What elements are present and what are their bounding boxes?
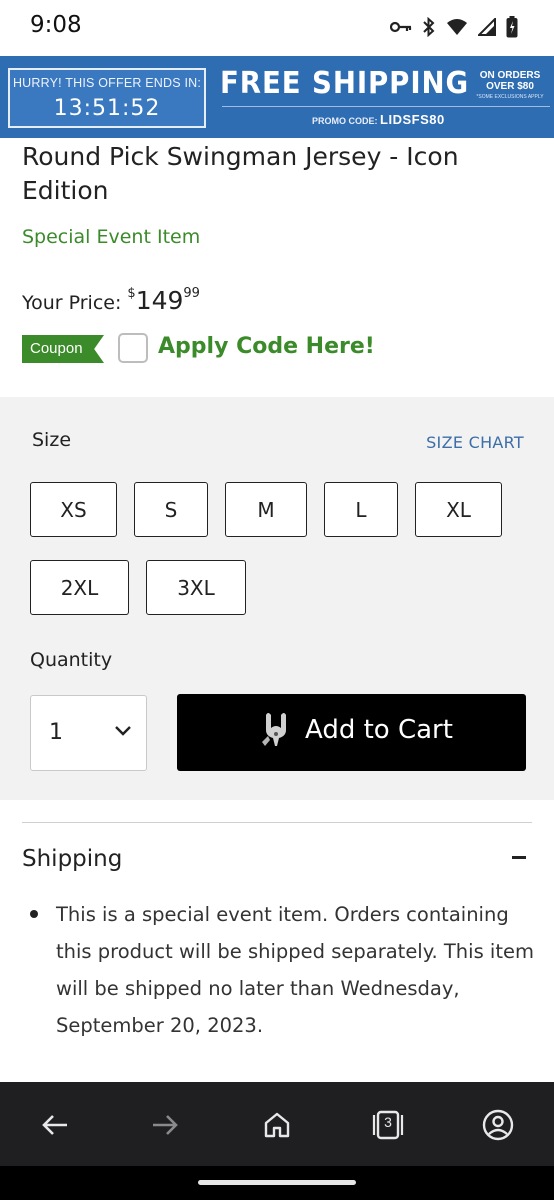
apply-code-checkbox[interactable] [118, 333, 148, 363]
shipping-title: Shipping [22, 846, 123, 872]
bullet-icon [30, 910, 38, 918]
promo-code: PROMO CODE: LIDSFS80 [312, 112, 445, 127]
tabs-icon[interactable]: 3 [370, 1108, 406, 1142]
product-title-line2: Edition [22, 176, 109, 205]
promo-divider [222, 106, 550, 107]
account-icon[interactable] [481, 1108, 515, 1142]
exclusions-note: *SOME EXCLUSIONS APPLY [476, 94, 544, 100]
add-to-cart-label: Add to Cart [305, 715, 453, 745]
signal-icon [478, 18, 496, 36]
bluetooth-icon [422, 17, 436, 37]
team-logo-icon [259, 712, 293, 754]
vpn-key-icon [390, 20, 412, 34]
size-3xl-button[interactable]: 3XL [146, 560, 246, 615]
size-label: Size [32, 429, 72, 451]
shipping-text: This is a special event item. Orders con… [56, 903, 534, 1037]
promo-code-value: LIDSFS80 [380, 112, 445, 127]
size-l-button[interactable]: L [324, 482, 398, 537]
quantity-label: Quantity [30, 649, 113, 671]
status-bar: 9:08 [0, 0, 554, 56]
battery-icon [506, 16, 518, 38]
size-chart-link[interactable]: SIZE CHART [426, 433, 524, 452]
price-currency: $ [127, 286, 136, 301]
offer-countdown: HURRY! THIS OFFER ENDS IN: 13:51:52 [8, 68, 206, 128]
price-label: Your Price: [22, 292, 122, 314]
product-title: Round Pick Swingman Jersey - Icon Editio… [22, 140, 542, 208]
wifi-icon [446, 18, 468, 36]
size-xl-button[interactable]: XL [415, 482, 502, 537]
status-icons [390, 16, 518, 38]
chevron-down-icon [114, 722, 132, 741]
home-icon[interactable] [260, 1108, 294, 1142]
product-options: Size SIZE CHART XS S M L XL 2XL 3XL Quan… [0, 397, 554, 800]
size-2xl-button[interactable]: 2XL [30, 560, 129, 615]
tab-count: 3 [384, 1114, 392, 1130]
product-title-line1: Round Pick Swingman Jersey - Icon [22, 142, 459, 171]
shipping-divider [22, 822, 532, 823]
browser-toolbar: 3 [0, 1082, 554, 1166]
add-to-cart-button[interactable]: Add to Cart [177, 694, 526, 771]
special-event-label: Special Event Item [22, 226, 201, 248]
size-s-button[interactable]: S [134, 482, 208, 537]
on-orders-line1: ON ORDERS [479, 70, 541, 81]
price-whole: 149 [135, 286, 184, 315]
price-cents: 99 [183, 286, 200, 301]
collapse-icon[interactable] [512, 856, 526, 859]
countdown-value: 13:51:52 [53, 96, 161, 121]
countdown-label: HURRY! THIS OFFER ENDS IN: [12, 76, 202, 90]
apply-code-link[interactable]: Apply Code Here! [158, 334, 375, 359]
promo-banner[interactable]: HURRY! THIS OFFER ENDS IN: 13:51:52 FREE… [0, 56, 554, 138]
free-shipping-headline: FREE SHIPPING [220, 66, 470, 101]
on-orders-line2: OVER $80 [486, 81, 534, 92]
back-arrow-icon[interactable] [38, 1108, 72, 1142]
quantity-value: 1 [49, 720, 63, 745]
price: Your Price: $14999 [22, 286, 200, 315]
home-gesture-handle[interactable] [198, 1180, 356, 1185]
size-xs-button[interactable]: XS [30, 482, 117, 537]
status-time: 9:08 [30, 12, 82, 38]
coupon-badge: Coupon [22, 335, 104, 363]
on-orders-text: ON ORDERS OVER $80 [472, 70, 548, 92]
forward-arrow-icon[interactable] [148, 1108, 182, 1142]
size-m-button[interactable]: M [225, 482, 307, 537]
promo-code-label: PROMO CODE: [312, 116, 378, 126]
gesture-bar [0, 1166, 554, 1200]
quantity-select[interactable]: 1 [30, 695, 147, 771]
